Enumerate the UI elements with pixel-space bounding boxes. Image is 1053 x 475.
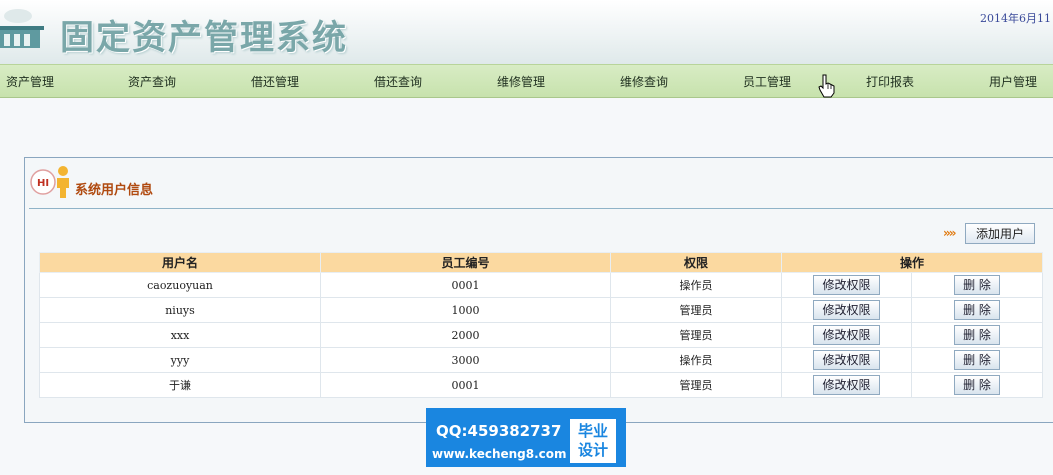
app-title: 固定资产管理系统 [60, 18, 348, 58]
hand-cursor-icon [818, 74, 835, 98]
cell-emp-no: 1000 [320, 297, 611, 323]
cell-role: 操作员 [610, 272, 782, 298]
edit-permission-button[interactable]: 修改权限 [813, 300, 880, 320]
edit-permission-button[interactable]: 修改权限 [813, 275, 880, 295]
nav-item-borrow-manage[interactable]: 借还管理 [251, 73, 299, 90]
table-row: caozuoyuan 0001 操作员 修改权限 删 除 [39, 272, 1044, 298]
cell-role: 管理员 [610, 372, 782, 398]
cell-username: yyy [39, 347, 321, 373]
watermark-tag: 毕业 设计 [570, 419, 616, 463]
delete-button[interactable]: 删 除 [954, 350, 1000, 370]
double-arrow-icon: »» [943, 226, 956, 240]
cell-emp-no: 0001 [320, 272, 611, 298]
watermark-qq: QQ:459382737 [436, 422, 562, 440]
current-date: 2014年6月11 [980, 12, 1051, 25]
app-header: 固定资产管理系统 2014年6月11 [0, 0, 1053, 64]
cell-username: 于谦 [39, 372, 321, 398]
cell-username: niuys [39, 297, 321, 323]
nav-item-print-report[interactable]: 打印报表 [866, 73, 914, 90]
col-header-actions: 操作 [780, 252, 1044, 273]
table-row: niuys 1000 管理员 修改权限 删 除 [39, 297, 1044, 323]
edit-permission-button[interactable]: 修改权限 [813, 375, 880, 395]
delete-button[interactable]: 删 除 [954, 300, 1000, 320]
nav-item-borrow-query[interactable]: 借还查询 [374, 73, 422, 90]
delete-button[interactable]: 删 除 [954, 275, 1000, 295]
table-row: yyy 3000 操作员 修改权限 删 除 [39, 347, 1044, 373]
table-row: 于谦 0001 管理员 修改权限 删 除 [39, 372, 1044, 398]
user-table: 用户名 员工编号 权限 操作 caozuoyuan 0001 操作员 修改权限 … [39, 252, 1044, 398]
add-user-button[interactable]: 添加用户 [965, 223, 1035, 244]
edit-permission-button[interactable]: 修改权限 [813, 325, 880, 345]
cell-emp-no: 2000 [320, 322, 611, 348]
col-header-emp-no: 员工编号 [320, 252, 611, 273]
cell-role: 管理员 [610, 297, 782, 323]
watermark-tag-line1: 毕业 [577, 422, 608, 440]
delete-button[interactable]: 删 除 [954, 375, 1000, 395]
cell-emp-no: 0001 [320, 372, 611, 398]
col-header-username: 用户名 [39, 252, 321, 273]
user-info-panel: HI 系统用户信息 »» 添加用户 用户名 员工编号 权限 操作 caozuoy… [24, 157, 1053, 423]
col-header-role: 权限 [610, 252, 782, 273]
cell-emp-no: 3000 [320, 347, 611, 373]
panel-title: 系统用户信息 [75, 183, 154, 198]
watermark-overlay: QQ:459382737 www.kecheng8.com 毕业 设计 [426, 408, 626, 467]
nav-item-repair-manage[interactable]: 维修管理 [497, 73, 545, 90]
watermark-url: www.kecheng8.com [432, 447, 567, 461]
panel-divider [29, 208, 1053, 209]
nav-item-employee-manage[interactable]: 员工管理 [743, 73, 791, 90]
cell-username: caozuoyuan [39, 272, 321, 298]
delete-button[interactable]: 删 除 [954, 325, 1000, 345]
nav-item-repair-query[interactable]: 维修查询 [620, 73, 668, 90]
logo-emblem-icon [0, 9, 44, 48]
cell-role: 管理员 [610, 322, 782, 348]
table-header-row: 用户名 员工编号 权限 操作 [39, 252, 1044, 273]
cell-role: 操作员 [610, 347, 782, 373]
cell-username: xxx [39, 322, 321, 348]
hi-badge-text: HI [37, 178, 49, 189]
main-nav: 资产管理 资产查询 借还管理 借还查询 维修管理 维修查询 员工管理 打印报表 … [0, 64, 1053, 98]
hi-user-icon: HI [30, 166, 69, 198]
nav-item-user-manage[interactable]: 用户管理 [989, 73, 1037, 90]
edit-permission-button[interactable]: 修改权限 [813, 350, 880, 370]
nav-item-asset-query[interactable]: 资产查询 [128, 73, 176, 90]
watermark-tag-line2: 设计 [577, 441, 608, 459]
nav-item-asset-manage[interactable]: 资产管理 [6, 73, 54, 90]
table-row: xxx 2000 管理员 修改权限 删 除 [39, 322, 1044, 348]
